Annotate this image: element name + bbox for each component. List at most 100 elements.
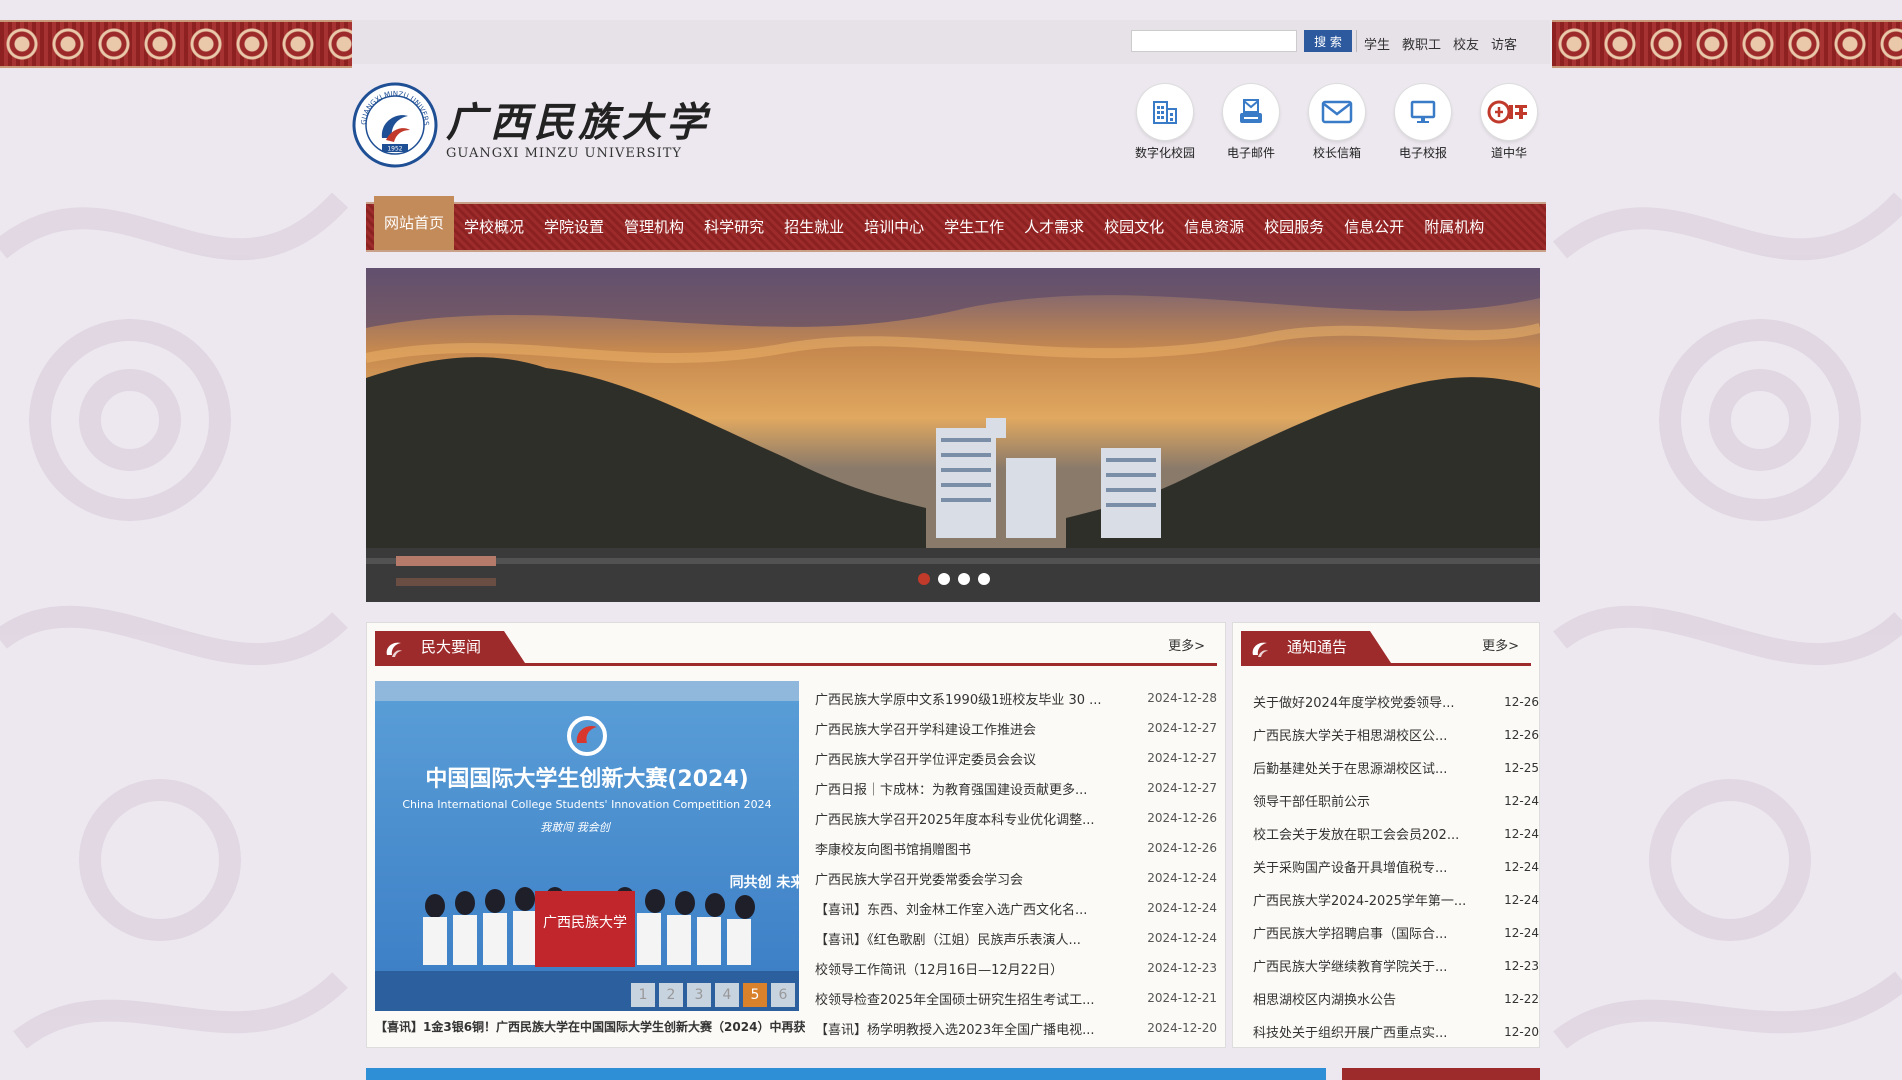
notice-item[interactable]: 相思湖校区内湖换水公告 12-22 bbox=[1253, 982, 1539, 1015]
next-section-red-bar bbox=[1342, 1068, 1540, 1080]
audience-link-staff[interactable]: 教职工 bbox=[1402, 34, 1441, 53]
banner-dot[interactable] bbox=[918, 573, 930, 585]
notice-item[interactable]: 领导干部任职前公示 12-24 bbox=[1253, 784, 1539, 817]
ornament-band-left bbox=[0, 20, 352, 68]
nav-item-about[interactable]: 学校概况 bbox=[454, 204, 534, 250]
quick-link-label: 电子邮件 bbox=[1226, 146, 1275, 160]
news-item-title: 广西民族大学召开学科建设工作推进会 bbox=[815, 722, 1037, 738]
banner-dot[interactable] bbox=[958, 573, 970, 585]
search-input[interactable] bbox=[1131, 30, 1297, 52]
news-item[interactable]: 广西日报｜卞成林：为教育强国建设贡献更多... 2024-12-27 bbox=[815, 773, 1217, 803]
notice-panel-header: 通知通告 更多> bbox=[1241, 631, 1531, 666]
nav-item-campus-culture[interactable]: 校园文化 bbox=[1094, 204, 1174, 250]
daozhonghua-logo-icon bbox=[1487, 100, 1527, 124]
university-logo[interactable]: GUANGXI MINZU UNIVERSITY 1952 广西民族大学 GUA… bbox=[352, 82, 712, 168]
notice-item-date: 12-22 bbox=[1504, 991, 1539, 1006]
news-item-date: 2024-12-26 bbox=[1147, 811, 1217, 825]
quick-link-label: 数字化校园 bbox=[1134, 146, 1195, 160]
news-more-link[interactable]: 更多> bbox=[1168, 635, 1205, 654]
news-item-title: 【喜讯】杨学明教授入选2023年全国广播电视... bbox=[815, 1022, 1095, 1038]
nav-item-student-affairs[interactable]: 学生工作 bbox=[934, 204, 1014, 250]
notice-item-date: 12-23 bbox=[1504, 958, 1539, 973]
nav-item-services[interactable]: 校园服务 bbox=[1254, 204, 1334, 250]
news-item[interactable]: 广西民族大学召开2025年度本科专业优化调整... 2024-12-26 bbox=[815, 803, 1217, 833]
photo-pagination: 1 2 3 4 5 6 bbox=[631, 983, 795, 1007]
nav-item-home[interactable]: 网站首页 bbox=[374, 196, 455, 250]
notice-item[interactable]: 关于采购国产设备开具增值税专... 12-24 bbox=[1253, 850, 1539, 883]
news-item[interactable]: 校领导工作简讯（12月16日—12月22日） 2024-12-23 bbox=[815, 953, 1217, 983]
news-item[interactable]: 李康校友向图书馆捐赠图书 2024-12-26 bbox=[815, 833, 1217, 863]
news-item[interactable]: 广西民族大学召开学科建设工作推进会 2024-12-27 bbox=[815, 713, 1217, 743]
audience-link-visitor[interactable]: 访客 bbox=[1491, 34, 1517, 53]
banner-dot[interactable] bbox=[978, 573, 990, 585]
photo-page-button[interactable]: 4 bbox=[715, 983, 739, 1007]
nav-item-research[interactable]: 科学研究 bbox=[694, 204, 774, 250]
flame-logo-icon bbox=[1252, 642, 1268, 657]
photo-page-button[interactable]: 1 bbox=[631, 983, 655, 1007]
news-item[interactable]: 广西民族大学原中文系1990级1班校友毕业 30 ... 2024-12-28 bbox=[815, 683, 1217, 713]
notice-more-link[interactable]: 更多> bbox=[1482, 635, 1519, 654]
photo-page-button[interactable]: 5 bbox=[743, 983, 767, 1007]
nav-item-administration[interactable]: 管理机构 bbox=[614, 204, 694, 250]
notice-item-date: 12-20 bbox=[1504, 1024, 1539, 1039]
notice-item-date: 12-24 bbox=[1504, 925, 1539, 940]
news-photo[interactable]: 中国国际大学生创新大赛(2024) China International Co… bbox=[375, 681, 799, 1011]
nav-item-resources[interactable]: 信息资源 bbox=[1174, 204, 1254, 250]
photo-title-cn: 中国国际大学生创新大赛(2024) bbox=[425, 766, 748, 792]
banner-dot[interactable] bbox=[938, 573, 950, 585]
quick-link-label: 道中华 bbox=[1490, 146, 1527, 160]
notice-heading: 通知通告 bbox=[1287, 638, 1348, 656]
news-item-date: 2024-12-27 bbox=[1147, 781, 1217, 795]
search-button[interactable]: 搜 索 bbox=[1304, 30, 1352, 52]
photo-page-button[interactable]: 6 bbox=[771, 983, 795, 1007]
nav-item-disclosure[interactable]: 信息公开 bbox=[1334, 204, 1414, 250]
main-navigation: 网站首页 学校概况 学院设置 管理机构 科学研究 招生就业 培训中心 学生工作 … bbox=[366, 196, 1546, 252]
quick-link-daozhonghua[interactable]: 道中华 bbox=[1466, 84, 1552, 161]
news-item[interactable]: 【喜讯】杨学明教授入选2023年全国广播电视... 2024-12-20 bbox=[815, 1013, 1217, 1043]
news-item[interactable]: 校领导检查2025年全国硕士研究生招生考试工... 2024-12-21 bbox=[815, 983, 1217, 1013]
nav-item-colleges[interactable]: 学院设置 bbox=[534, 204, 614, 250]
photo-page-button[interactable]: 2 bbox=[659, 983, 683, 1007]
quick-link-email[interactable]: 电子邮件 bbox=[1208, 84, 1294, 161]
notice-item-title: 相思湖校区内湖换水公告 bbox=[1253, 993, 1397, 1008]
notice-item[interactable]: 校工会关于发放在职工会会员202... 12-24 bbox=[1253, 817, 1539, 850]
notice-item[interactable]: 广西民族大学招聘启事（国际合... 12-24 bbox=[1253, 916, 1539, 949]
quick-link-e-newspaper[interactable]: 电子校报 bbox=[1380, 84, 1466, 161]
nav-item-talent[interactable]: 人才需求 bbox=[1014, 204, 1094, 250]
photo-backdrop-text: 同共创 未来 bbox=[730, 874, 799, 891]
notice-item[interactable]: 广西民族大学关于相思湖校区公... 12-26 bbox=[1253, 718, 1539, 751]
nav-item-affiliates[interactable]: 附属机构 bbox=[1414, 204, 1494, 250]
notice-item[interactable]: 广西民族大学继续教育学院关于... 12-23 bbox=[1253, 949, 1539, 982]
news-photo-caption[interactable]: 【喜讯】1金3银6铜！广西民族大学在中国国际大学生创新大赛（2024）中再获 bbox=[375, 1018, 805, 1035]
notice-item-date: 12-26 bbox=[1504, 727, 1539, 742]
nav-item-training[interactable]: 培训中心 bbox=[854, 204, 934, 250]
photo-page-button[interactable]: 3 bbox=[687, 983, 711, 1007]
quick-link-president-mailbox[interactable]: 校长信箱 bbox=[1294, 84, 1380, 161]
notice-item[interactable]: 关于做好2024年度学校党委领导... 12-26 bbox=[1253, 685, 1539, 718]
news-item-date: 2024-12-20 bbox=[1147, 1021, 1217, 1035]
notice-item-date: 12-24 bbox=[1504, 859, 1539, 874]
notice-item[interactable]: 后勤基建处关于在思源湖校区试... 12-25 bbox=[1253, 751, 1539, 784]
notice-item-title: 科技处关于组织开展广西重点实... bbox=[1253, 1026, 1448, 1041]
flame-logo-icon bbox=[386, 642, 402, 657]
notice-item[interactable]: 科技处关于组织开展广西重点实... 12-20 bbox=[1253, 1015, 1539, 1048]
logo-chinese-name: 广西民族大学 bbox=[446, 99, 710, 146]
nav-item-admissions[interactable]: 招生就业 bbox=[774, 204, 854, 250]
hero-banner[interactable] bbox=[366, 268, 1540, 602]
news-item-title: 广西民族大学召开党委常委会学习会 bbox=[815, 872, 1024, 888]
quick-link-digital-campus[interactable]: 数字化校园 bbox=[1122, 84, 1208, 161]
news-item[interactable]: 广西民族大学召开学位评定委员会会议 2024-12-27 bbox=[815, 743, 1217, 773]
news-item[interactable]: 【喜讯】《红色歌剧（江姐）民族声乐表演人... 2024-12-24 bbox=[815, 923, 1217, 953]
news-item[interactable]: 广西民族大学召开党委常委会学习会 2024-12-24 bbox=[815, 863, 1217, 893]
audience-link-alumni[interactable]: 校友 bbox=[1453, 34, 1479, 53]
audience-links: 学生 教职工 校友 访客 bbox=[1355, 30, 1517, 53]
news-item-title: 校领导工作简讯（12月16日—12月22日） bbox=[815, 962, 1064, 978]
news-item-date: 2024-12-21 bbox=[1147, 991, 1217, 1005]
news-panel-header: 民大要闻 更多> bbox=[375, 631, 1217, 666]
photo-slogan: 我敢闯 我会创 bbox=[540, 821, 611, 834]
notice-item[interactable]: 广西民族大学2024-2025学年第一... 12-24 bbox=[1253, 883, 1539, 916]
audience-link-student[interactable]: 学生 bbox=[1364, 34, 1390, 53]
notice-item-title: 关于采购国产设备开具增值税专... bbox=[1253, 861, 1448, 876]
news-item-title: 【喜讯】东西、刘金林工作室入选广西文化名... bbox=[815, 902, 1088, 918]
news-item[interactable]: 【喜讯】东西、刘金林工作室入选广西文化名... 2024-12-24 bbox=[815, 893, 1217, 923]
